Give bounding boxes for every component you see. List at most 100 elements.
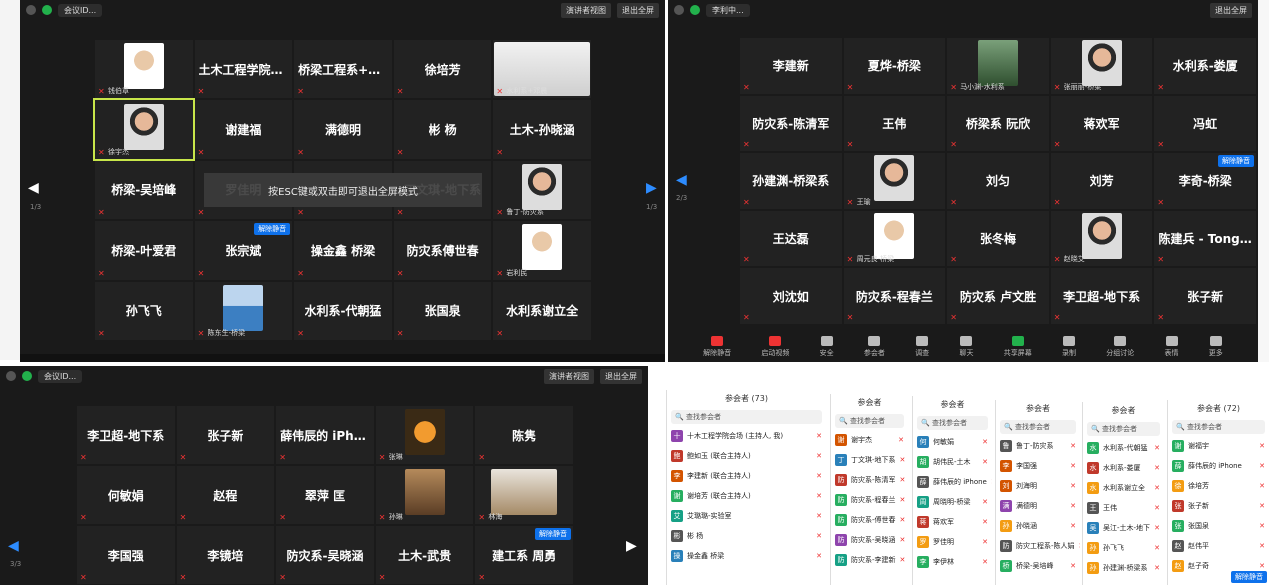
toolbar-button[interactable]: 更多 [1209, 336, 1223, 358]
next-page-arrow-icon[interactable]: ▶ [646, 180, 657, 196]
muted-mic-icon[interactable]: ✕ [1070, 442, 1076, 450]
participant-row[interactable]: 徐徐培芳 ✕ [1168, 476, 1269, 496]
video-tile[interactable]: 徐培芳 ✕ [393, 40, 492, 99]
video-tile[interactable]: 谢建福 ✕ [194, 100, 293, 159]
participant-row[interactable]: 防防灾系-吴晓涵 ✕ [831, 530, 908, 550]
video-tile[interactable]: 防灾系傅世春 ✕ [393, 221, 492, 280]
participant-row[interactable]: 刘刘海明 ✕ [996, 476, 1080, 496]
video-tile[interactable]: ✕ 林海 [475, 466, 573, 524]
participants-search-input[interactable]: 🔍 查找参会者 [835, 414, 904, 428]
shield-icon[interactable] [690, 5, 700, 15]
muted-mic-icon[interactable]: ✕ [1259, 542, 1265, 550]
video-tile[interactable]: 满德明 ✕ [294, 100, 392, 159]
muted-mic-icon[interactable]: ✕ [1070, 482, 1076, 490]
meeting-id-b[interactable]: 李利中... [706, 3, 750, 17]
video-tile[interactable]: ✕ 陈东生-桥梁 [194, 281, 293, 340]
participant-row[interactable]: 鲁鲁丁-防灾系 ✕ [996, 436, 1080, 456]
participant-row[interactable]: 丁丁文琪-地下系 ✕ [831, 450, 908, 470]
participant-row[interactable]: 彬彬 杨 ✕ [667, 526, 826, 546]
muted-mic-icon[interactable]: ✕ [900, 516, 906, 524]
video-tile[interactable]: 何敏娟 ✕ [77, 466, 175, 524]
video-tile[interactable]: 王伟 ✕ [843, 95, 946, 152]
toolbar-button[interactable]: 录制 [1062, 336, 1076, 358]
video-tile[interactable]: 水利系-代朝猛 ✕ [294, 281, 392, 340]
video-tile[interactable]: 张宗斌 ✕ 解除静音 [194, 221, 293, 280]
participant-row[interactable]: 李李建新 (联合主持人) ✕ [667, 466, 826, 486]
toolbar-button[interactable]: 共享屏幕 [1004, 336, 1032, 358]
participant-row[interactable]: 周周晓明-桥梁 ✕ [913, 492, 992, 512]
toolbar-button[interactable]: 聊天 [959, 336, 973, 358]
participants-search-input[interactable]: 🔍 查找参会者 [671, 410, 822, 424]
toolbar-button[interactable]: 参会者 [864, 336, 885, 358]
toolbar-button[interactable]: 表情 [1165, 336, 1179, 358]
participant-row[interactable]: 张张国泉 ✕ [1168, 516, 1269, 536]
participant-row[interactable]: 防防灾工程系-陈人娟 ✕ [996, 536, 1080, 556]
video-tile[interactable]: 土木-武贵 ✕ [375, 526, 474, 584]
prev-page-arrow-icon[interactable]: ◀ [8, 538, 19, 554]
participant-row[interactable]: 王王伟 ✕ [1083, 498, 1164, 518]
info-icon[interactable] [674, 5, 684, 15]
muted-mic-icon[interactable]: ✕ [982, 538, 988, 546]
muted-mic-icon[interactable]: ✕ [816, 512, 822, 520]
muted-mic-icon[interactable]: ✕ [982, 438, 988, 446]
video-tile[interactable]: 孙飞飞 ✕ [95, 281, 193, 340]
video-tile[interactable]: ✕ 孙琳 [375, 466, 474, 524]
meeting-id-c[interactable]: 会议ID... [38, 369, 83, 383]
muted-mic-icon[interactable]: ✕ [991, 478, 992, 486]
toolbar-button[interactable]: 安全 [820, 336, 834, 358]
video-tile[interactable]: ✕ 水利系+邓晨 [493, 40, 591, 99]
participant-row[interactable]: 胡胡伟民-土木 ✕ [913, 452, 992, 472]
video-tile[interactable]: 建工系 周勇 ✕ 解除静音 [475, 526, 573, 584]
participant-row[interactable]: 防防灾系-程春兰 ✕ [831, 490, 908, 510]
video-tile[interactable]: 张冬梅 ✕ [947, 210, 1049, 267]
video-tile[interactable]: 张子新 ✕ [176, 406, 275, 464]
muted-mic-icon[interactable]: ✕ [1154, 484, 1160, 492]
muted-mic-icon[interactable]: ✕ [900, 536, 906, 544]
participants-search-input[interactable]: 🔍 查找参会者 [1172, 420, 1265, 434]
participant-row[interactable]: 孙孙晓涵 ✕ [996, 516, 1080, 536]
video-tile[interactable]: 王达磊 ✕ [740, 210, 842, 267]
video-tile[interactable]: ✕ 岩利民 [493, 221, 591, 280]
video-tile[interactable]: 张国泉 ✕ [393, 281, 492, 340]
video-tile[interactable]: 刘沈如 ✕ [740, 268, 842, 324]
participant-row[interactable]: 薛薛伟辰的 iPhone ✕ [1168, 456, 1269, 476]
video-tile[interactable]: 水利系-娄厦 ✕ [1154, 38, 1256, 94]
toolbar-button[interactable]: 启动视频 [761, 336, 789, 358]
muted-mic-icon[interactable]: ✕ [816, 472, 822, 480]
muted-mic-icon[interactable]: ✕ [816, 532, 822, 540]
participant-row[interactable]: 水水利系-娄厦 ✕ [1083, 458, 1164, 478]
video-tile[interactable]: 土木工程学院会场 ✕ [194, 40, 293, 99]
participant-row[interactable]: 薛薛伟辰的 iPhone ✕ [913, 472, 992, 492]
unmute-badge[interactable]: 解除静音 [254, 223, 291, 236]
participant-row[interactable]: 防防灾系-陈清军 ✕ [831, 470, 908, 490]
video-tile[interactable]: ✕ 张琳 [375, 406, 474, 464]
muted-mic-icon[interactable]: ✕ [816, 552, 822, 560]
muted-mic-icon[interactable]: ✕ [898, 436, 904, 444]
participant-row[interactable]: 鲍鲍如玉 (联合主持人) ✕ [667, 446, 826, 466]
video-tile[interactable]: 土木-孙晓涵 ✕ [493, 100, 591, 159]
video-tile[interactable]: 防灾系-程春兰 ✕ [843, 268, 946, 324]
muted-mic-icon[interactable]: ✕ [900, 456, 906, 464]
participant-row[interactable]: 孙孙飞飞 ✕ [1083, 538, 1164, 558]
shield-icon[interactable] [22, 371, 32, 381]
participant-row[interactable]: 桥桥梁-吴培峰 ✕ [996, 556, 1080, 576]
video-tile[interactable]: 陈隽 ✕ [475, 406, 573, 464]
muted-mic-icon[interactable]: ✕ [1259, 462, 1265, 470]
video-tile[interactable]: 李奇-桥梁 ✕ 解除静音 [1154, 153, 1256, 209]
video-tile[interactable]: 李国强 ✕ [77, 526, 175, 584]
participant-row[interactable]: 谢谢宇杰 ✕ [831, 430, 908, 450]
video-tile[interactable]: ✕ 马小渊-水利系 [947, 38, 1049, 94]
muted-mic-icon[interactable]: ✕ [1070, 502, 1076, 510]
muted-mic-icon[interactable]: ✕ [982, 518, 988, 526]
participant-row[interactable]: 谢谢培芳 (联合主持人) ✕ [667, 486, 826, 506]
video-tile[interactable]: 李建新 ✕ [740, 38, 842, 94]
muted-mic-icon[interactable]: ✕ [816, 452, 822, 460]
muted-mic-icon[interactable]: ✕ [1154, 524, 1160, 532]
muted-mic-icon[interactable]: ✕ [1070, 522, 1076, 530]
participant-row[interactable]: 李李国强 ✕ [996, 456, 1080, 476]
video-tile[interactable]: 操金鑫 桥梁 ✕ [294, 221, 392, 280]
video-tile[interactable]: 薛伟辰的 iPhone ✕ [276, 406, 374, 464]
unmute-badge[interactable]: 解除静音 [1231, 571, 1267, 583]
exit-fullscreen-button[interactable]: 退出全屏 [600, 368, 642, 384]
video-tile[interactable]: 桥梁-吴培峰 ✕ [95, 160, 193, 220]
